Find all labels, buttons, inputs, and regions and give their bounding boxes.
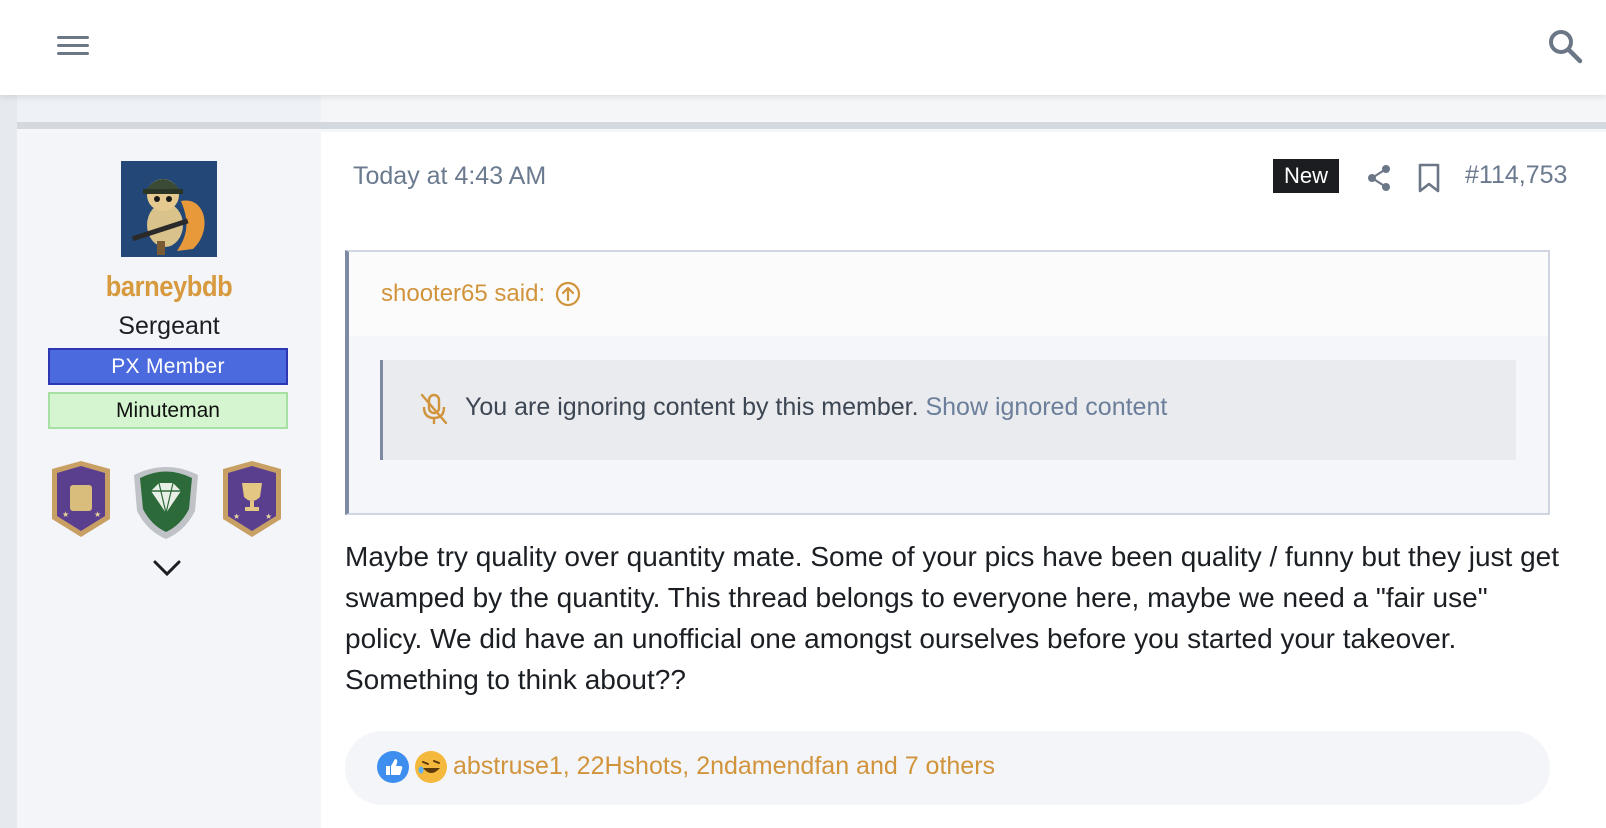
page-spacer [0, 95, 1606, 129]
user-rank: Sergeant [118, 312, 220, 340]
px-member-banner: PX Member [48, 348, 288, 385]
quote-author-link[interactable]: shooter65 said: [381, 280, 581, 308]
minuteman-banner: Minuteman [48, 392, 288, 429]
quote-header: shooter65 said: [349, 252, 1548, 336]
diamond-trophy-icon[interactable] [131, 461, 201, 541]
svg-text:★: ★ [62, 510, 69, 519]
svg-text:★: ★ [233, 512, 240, 521]
page-edge [0, 125, 17, 828]
top-navigation-bar [0, 0, 1606, 95]
avatar[interactable] [121, 161, 217, 257]
post-body: Maybe try quality over quantity mate. So… [345, 541, 1559, 695]
chevron-down-icon[interactable] [151, 556, 183, 580]
quote-block: shooter65 said: You are ignoring content… [345, 250, 1550, 515]
cup-trophy-icon[interactable]: ★ ★ [221, 461, 283, 541]
post-number-link[interactable]: #114,753 [1465, 161, 1567, 190]
svg-text:★: ★ [265, 512, 272, 521]
post-content: Today at 4:43 AM New #114,753 shooter65 … [321, 132, 1606, 828]
share-icon[interactable] [1364, 163, 1394, 193]
laugh-icon[interactable] [415, 751, 447, 783]
reactions-bar: abstruse1, 22Hshots, 2ndamendfan and 7 o… [345, 731, 1550, 805]
arrow-up-circle-icon[interactable] [555, 281, 581, 307]
like-icon[interactable] [377, 751, 409, 783]
new-badge: New [1273, 159, 1339, 193]
show-ignored-content-link[interactable]: Show ignored content [925, 393, 1167, 421]
post-timestamp[interactable]: Today at 4:43 AM [353, 162, 546, 191]
microphone-slash-icon [419, 392, 449, 426]
search-icon[interactable] [1545, 26, 1585, 66]
post-user-sidebar: barneybdb Sergeant PX Member Minuteman ★… [17, 132, 321, 828]
svg-text:★: ★ [94, 510, 101, 519]
username[interactable]: barneybdb [35, 271, 303, 304]
ignored-content-notice: You are ignoring content by this member.… [380, 360, 1516, 460]
hamburger-menu-icon[interactable] [55, 32, 91, 60]
reaction-users-link[interactable]: abstruse1, 22Hshots, 2ndamendfan and 7 o… [453, 752, 995, 781]
bookmark-icon[interactable] [1416, 162, 1442, 194]
quote-author-label: shooter65 said: [381, 280, 546, 307]
shield-trophy-icon[interactable]: ★ ★ [50, 461, 112, 541]
ignored-message: You are ignoring content by this member. [465, 393, 919, 421]
